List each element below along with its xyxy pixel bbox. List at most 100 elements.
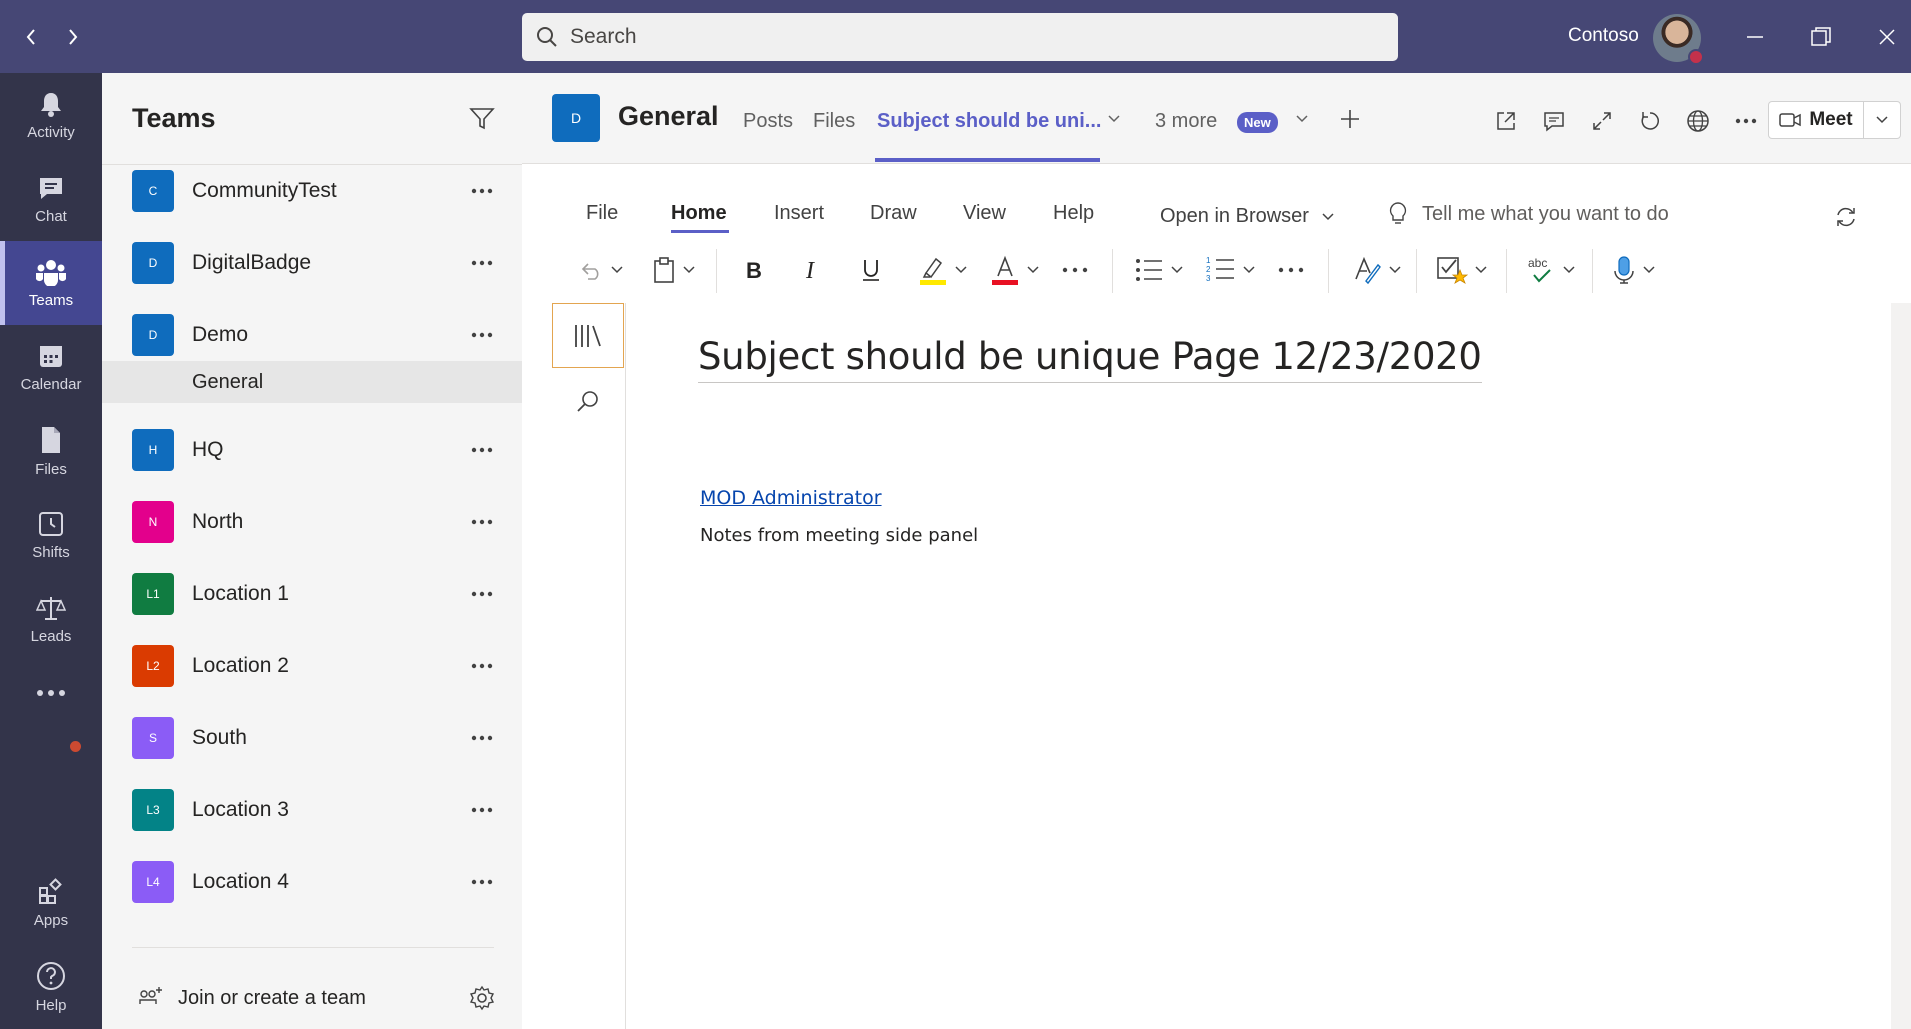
rail-item-chat[interactable]: Chat <box>0 157 102 241</box>
note-body-text[interactable]: Notes from meeting side panel <box>700 525 978 546</box>
tag-button[interactable] <box>1436 250 1488 290</box>
undo-button[interactable] <box>578 250 624 290</box>
rail-item-teams[interactable]: Teams <box>0 241 102 325</box>
join-or-create-team-button[interactable]: Join or create a team <box>138 978 366 1018</box>
rail-label: Files <box>35 460 67 478</box>
more-options-button[interactable] <box>1728 103 1764 139</box>
team-name: HQ <box>192 438 224 461</box>
italic-button[interactable]: I <box>802 250 822 290</box>
sync-button[interactable] <box>1830 201 1862 233</box>
more-tabs-button[interactable]: 3 more <box>1155 110 1217 133</box>
rail-label: Teams <box>28 291 74 309</box>
page-title[interactable]: Subject should be unique Page 12/23/2020 <box>698 335 1482 383</box>
website-button[interactable] <box>1680 103 1716 139</box>
ribbon-tab-insert[interactable]: Insert <box>774 202 824 225</box>
svg-text:2: 2 <box>1206 265 1211 274</box>
channel-header: D General Posts Files Subject should be … <box>522 73 1911 164</box>
styles-button[interactable] <box>1352 250 1402 290</box>
ribbon-tab-file[interactable]: File <box>586 202 618 225</box>
forward-button[interactable] <box>58 22 88 52</box>
tenant-name[interactable]: Contoso <box>1568 25 1639 47</box>
rail-label: Help <box>35 996 67 1014</box>
more-horizontal-icon <box>471 591 493 597</box>
team-settings-button[interactable] <box>462 978 502 1018</box>
add-tab-button[interactable] <box>1332 101 1368 137</box>
ribbon-tab-help[interactable]: Help <box>1053 202 1094 225</box>
team-more-button[interactable] <box>462 319 502 351</box>
rail-item-files[interactable]: Files <box>0 409 102 493</box>
rail-item-leads[interactable]: Leads <box>0 577 102 661</box>
meet-button[interactable]: Meet <box>1768 101 1864 139</box>
team-row-south[interactable]: S South <box>102 708 522 768</box>
team-row-communitytest[interactable]: C CommunityTest <box>102 161 522 221</box>
popout-button[interactable] <box>1488 103 1524 139</box>
more-tabs-dropdown[interactable] <box>1290 101 1314 137</box>
team-more-button[interactable] <box>462 247 502 279</box>
team-row-location-3[interactable]: L3 Location 3 <box>102 780 522 840</box>
team-row-hq[interactable]: H HQ <box>102 420 522 480</box>
rail-item-activity[interactable]: Activity <box>0 73 102 157</box>
team-row-location-2[interactable]: L2 Location 2 <box>102 636 522 696</box>
team-more-button[interactable] <box>462 650 502 682</box>
search-notes-button[interactable] <box>570 383 606 419</box>
chevron-down-icon <box>1243 266 1255 274</box>
avatar[interactable] <box>1653 14 1704 65</box>
bullets-button[interactable] <box>1134 250 1184 290</box>
tab-files[interactable]: Files <box>813 110 855 133</box>
italic-icon: I <box>805 258 815 282</box>
team-row-demo[interactable]: D Demo <box>102 305 522 365</box>
team-more-button[interactable] <box>462 722 502 754</box>
rail-item-shifts[interactable]: Shifts <box>0 493 102 577</box>
rail-item-help[interactable]: Help <box>0 945 102 1029</box>
meet-dropdown-button[interactable] <box>1863 101 1901 139</box>
team-row-digitalbadge[interactable]: D DigitalBadge <box>102 233 522 293</box>
numbering-button[interactable]: 123 <box>1206 250 1256 290</box>
tab-dropdown-button[interactable] <box>1102 101 1126 137</box>
more-font-options-button[interactable] <box>1062 250 1088 290</box>
more-paragraph-options-button[interactable] <box>1278 250 1304 290</box>
dictate-button[interactable] <box>1612 250 1656 290</box>
team-row-location-1[interactable]: L1 Location 1 <box>102 564 522 624</box>
spelling-button[interactable]: abc <box>1526 250 1576 290</box>
team-more-button[interactable] <box>462 506 502 538</box>
team-more-button[interactable] <box>462 794 502 826</box>
tell-me-search[interactable]: Tell me what you want to do <box>1388 201 1669 227</box>
highlight-button[interactable] <box>918 250 968 290</box>
note-canvas[interactable]: Subject should be unique Page 12/23/2020… <box>626 303 1891 1029</box>
team-more-button[interactable] <box>462 175 502 207</box>
open-in-browser-button[interactable]: Open in Browser <box>1160 205 1335 228</box>
team-row-location-4[interactable]: L4 Location 4 <box>102 852 522 912</box>
team-more-button[interactable] <box>462 578 502 610</box>
team-more-button[interactable] <box>462 434 502 466</box>
filter-button[interactable] <box>464 101 500 137</box>
paste-button[interactable] <box>652 250 696 290</box>
more-horizontal-icon <box>471 735 493 741</box>
conversation-button[interactable] <box>1536 103 1572 139</box>
tab-onenote-page[interactable]: Subject should be uni... <box>877 110 1101 133</box>
reload-button[interactable] <box>1632 103 1668 139</box>
sync-icon <box>1837 207 1855 227</box>
ribbon-tab-home[interactable]: Home <box>671 202 727 225</box>
font-color-button[interactable] <box>990 250 1040 290</box>
back-button[interactable] <box>16 22 46 52</box>
restore-button[interactable] <box>1804 20 1838 54</box>
rail-item-calendar[interactable]: Calendar <box>0 325 102 409</box>
notebooks-button[interactable] <box>552 303 624 368</box>
underline-button[interactable] <box>860 250 882 290</box>
team-badge: D <box>132 242 174 284</box>
tab-posts[interactable]: Posts <box>743 110 793 133</box>
team-more-button[interactable] <box>462 866 502 898</box>
close-button[interactable] <box>1870 20 1904 54</box>
ribbon-tab-draw[interactable]: Draw <box>870 202 917 225</box>
rail-item-apps[interactable]: Apps <box>0 861 102 945</box>
author-link[interactable]: MOD Administrator <box>700 487 882 509</box>
minimize-button[interactable] <box>1738 20 1772 54</box>
team-row-north[interactable]: N North <box>102 492 522 552</box>
bold-button[interactable]: B <box>744 250 764 290</box>
rail-more-apps-button[interactable] <box>0 663 102 723</box>
chat-icon <box>40 177 62 199</box>
expand-button[interactable] <box>1584 103 1620 139</box>
ribbon-tab-view[interactable]: View <box>963 202 1006 225</box>
search-box[interactable]: Search <box>522 13 1398 61</box>
channel-item-general[interactable]: General <box>102 361 522 403</box>
